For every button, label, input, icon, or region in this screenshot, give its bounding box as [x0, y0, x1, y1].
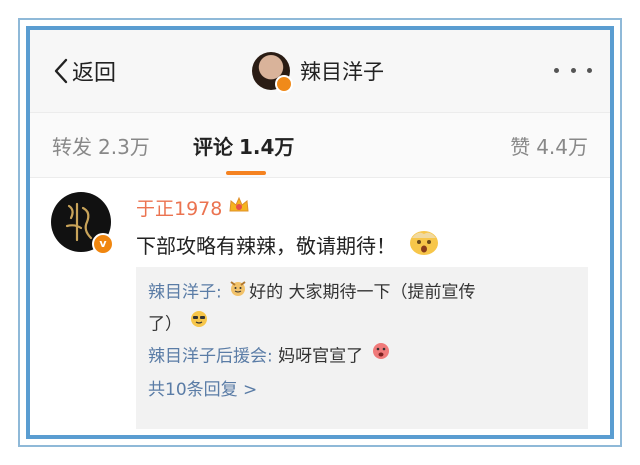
verified-badge-icon [275, 75, 293, 93]
tab-like[interactable]: 赞 4.4万 [510, 131, 588, 160]
tab-repost-count: 2.3万 [98, 135, 150, 159]
crown-icon [228, 196, 250, 219]
reply-text: 妈呀官宣了 [272, 346, 364, 367]
tab-bar: 转发 2.3万 评论 1.4万 赞 4.4万 [30, 113, 610, 178]
comment-item: v 于正1978 下部攻略有辣辣，敬请期待！ 辣目洋子: 好的 大家期待一下（提… [30, 178, 610, 435]
tab-repost[interactable]: 转发 2.3万 [52, 131, 150, 160]
chevron-left-icon [54, 58, 68, 84]
reply-text: 了） [148, 314, 182, 334]
back-label: 返回 [72, 61, 117, 86]
comment-body: 下部攻略有辣辣，敬请期待！ [136, 234, 396, 258]
comment-username[interactable]: 于正1978 [136, 194, 250, 221]
shocked-face-emoji-icon [408, 228, 440, 261]
cool-face-emoji-icon [189, 309, 209, 340]
comment-text: 下部攻略有辣辣，敬请期待！ [136, 228, 440, 261]
reply-item[interactable]: 辣目洋子后援会: 妈呀官宣了 [148, 341, 393, 373]
avatar [252, 52, 293, 93]
more-options-button[interactable] [554, 60, 592, 80]
tab-like-count: 4.4万 [536, 135, 588, 159]
tab-like-label: 赞 [510, 135, 531, 159]
view-more-replies-link[interactable]: 共10条回复 > [148, 375, 257, 406]
nav-title[interactable]: 辣目洋子 [252, 50, 384, 93]
reply-username[interactable]: 辣目洋子后援会: [148, 347, 273, 367]
reply-box: 辣目洋子: 好的 大家期待一下（提前宣传 了） 辣目洋子后援会: 妈呀官宣了 共… [136, 267, 588, 429]
page-title: 辣目洋子 [300, 60, 384, 84]
dot-icon [587, 67, 592, 73]
tab-comment-label: 评论 [193, 135, 233, 159]
reply-item[interactable]: 辣目洋子: 好的 大家期待一下（提前宣传 了） [148, 277, 578, 340]
reply-username[interactable]: 辣目洋子: [148, 283, 222, 303]
tab-comment-count: 1.4万 [239, 135, 295, 159]
weibo-comment-screen: 返回 辣目洋子 转发 2.3万 评论 1.4万 赞 4.4万 v 于正1978 … [30, 30, 610, 435]
reply-text: 好的 大家期待一下（提前宣传 [249, 282, 476, 303]
tab-comment[interactable]: 评论 1.4万 [193, 131, 294, 160]
nav-bar: 返回 辣目洋子 [30, 30, 610, 113]
dot-icon [570, 67, 576, 73]
username-label: 于正1978 [136, 198, 223, 220]
dot-icon [554, 67, 559, 73]
screenshot-frame: 返回 辣目洋子 转发 2.3万 评论 1.4万 赞 4.4万 v 于正1978 … [26, 26, 614, 439]
dog-emoji-icon [229, 277, 247, 308]
back-button[interactable]: 返回 [54, 54, 116, 88]
tab-repost-label: 转发 [52, 135, 92, 159]
verified-badge-icon: v [92, 233, 114, 255]
active-tab-indicator [226, 171, 266, 175]
scared-face-emoji-icon [371, 341, 391, 372]
